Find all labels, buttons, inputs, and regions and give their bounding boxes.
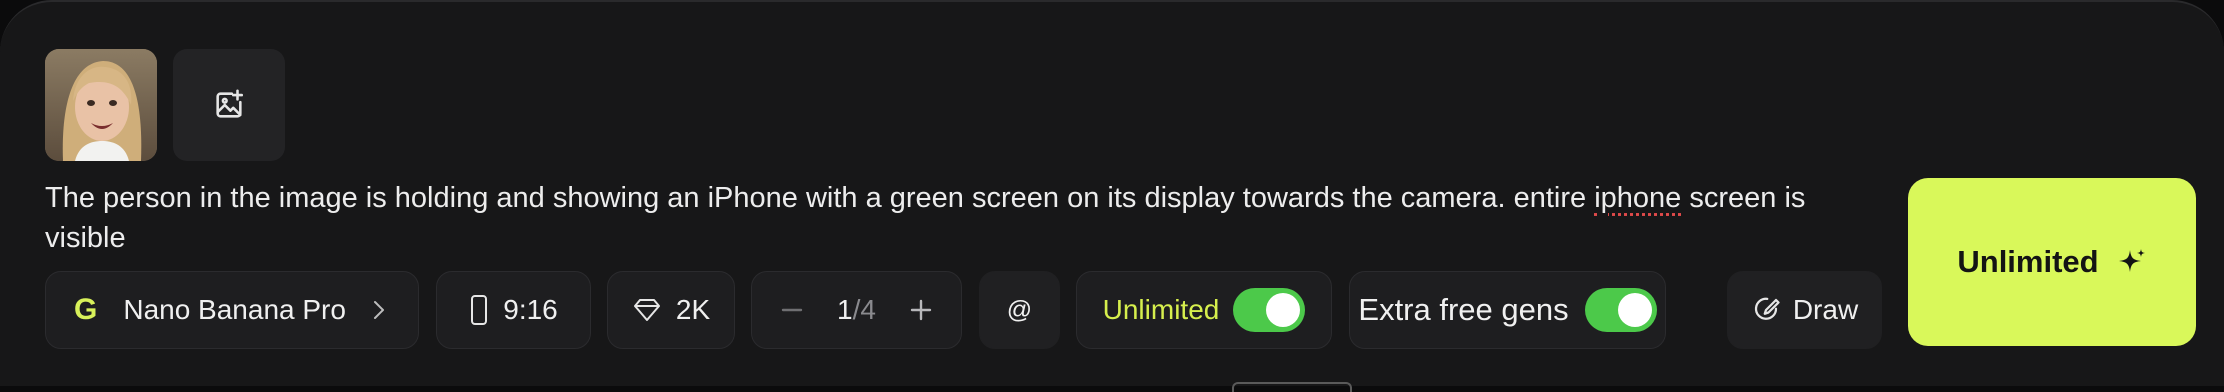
count-current: 1	[837, 294, 853, 325]
draw-label: Draw	[1793, 294, 1858, 326]
model-logo-icon: G	[74, 293, 97, 327]
mention-label: @	[1007, 296, 1032, 325]
generate-button[interactable]: Unlimited	[1908, 178, 2196, 346]
phone-portrait-icon	[469, 294, 489, 326]
model-label: Nano Banana Pro	[123, 294, 346, 326]
unlimited-toggle-pill[interactable]: Unlimited	[1076, 271, 1332, 349]
draw-icon	[1751, 295, 1781, 325]
extra-free-gens-toggle[interactable]	[1585, 288, 1657, 332]
count-total: /4	[853, 294, 876, 325]
add-image-icon	[212, 88, 246, 122]
resolution-value: 2K	[676, 294, 710, 326]
unlimited-toggle[interactable]	[1233, 288, 1305, 332]
reference-image-thumbnail[interactable]	[45, 49, 157, 161]
aspect-ratio-selector[interactable]: 9:16	[436, 271, 591, 349]
draw-button[interactable]: Draw	[1727, 271, 1882, 349]
mention-button[interactable]: @	[979, 271, 1060, 349]
resolution-selector[interactable]: 2K	[607, 271, 735, 349]
extra-free-gens-pill[interactable]: Extra free gens	[1349, 271, 1666, 349]
count-value: 1/4	[837, 294, 876, 326]
spellcheck-flagged-word: iphone	[1594, 182, 1681, 214]
panel-resize-handle[interactable]	[1232, 382, 1352, 392]
count-stepper[interactable]: 1/4	[751, 271, 962, 349]
chevron-right-icon	[372, 298, 386, 322]
portrait-photo	[45, 49, 157, 161]
prompt-text-part: The person in the image is holding and s…	[45, 182, 1594, 214]
prompt-text[interactable]: The person in the image is holding and s…	[45, 178, 1885, 258]
unlimited-label: Unlimited	[1103, 294, 1220, 326]
generate-label: Unlimited	[1957, 244, 2098, 280]
sparkle-icon	[2117, 247, 2147, 277]
add-image-button[interactable]	[173, 49, 285, 161]
aspect-ratio-value: 9:16	[503, 294, 558, 326]
prompt-composer: The person in the image is holding and s…	[0, 0, 2224, 386]
model-selector[interactable]: G Nano Banana Pro	[45, 271, 419, 349]
plus-icon[interactable]	[908, 297, 934, 323]
diamond-icon	[632, 297, 662, 323]
minus-icon[interactable]	[779, 297, 805, 323]
extra-free-gens-label: Extra free gens	[1358, 292, 1568, 328]
